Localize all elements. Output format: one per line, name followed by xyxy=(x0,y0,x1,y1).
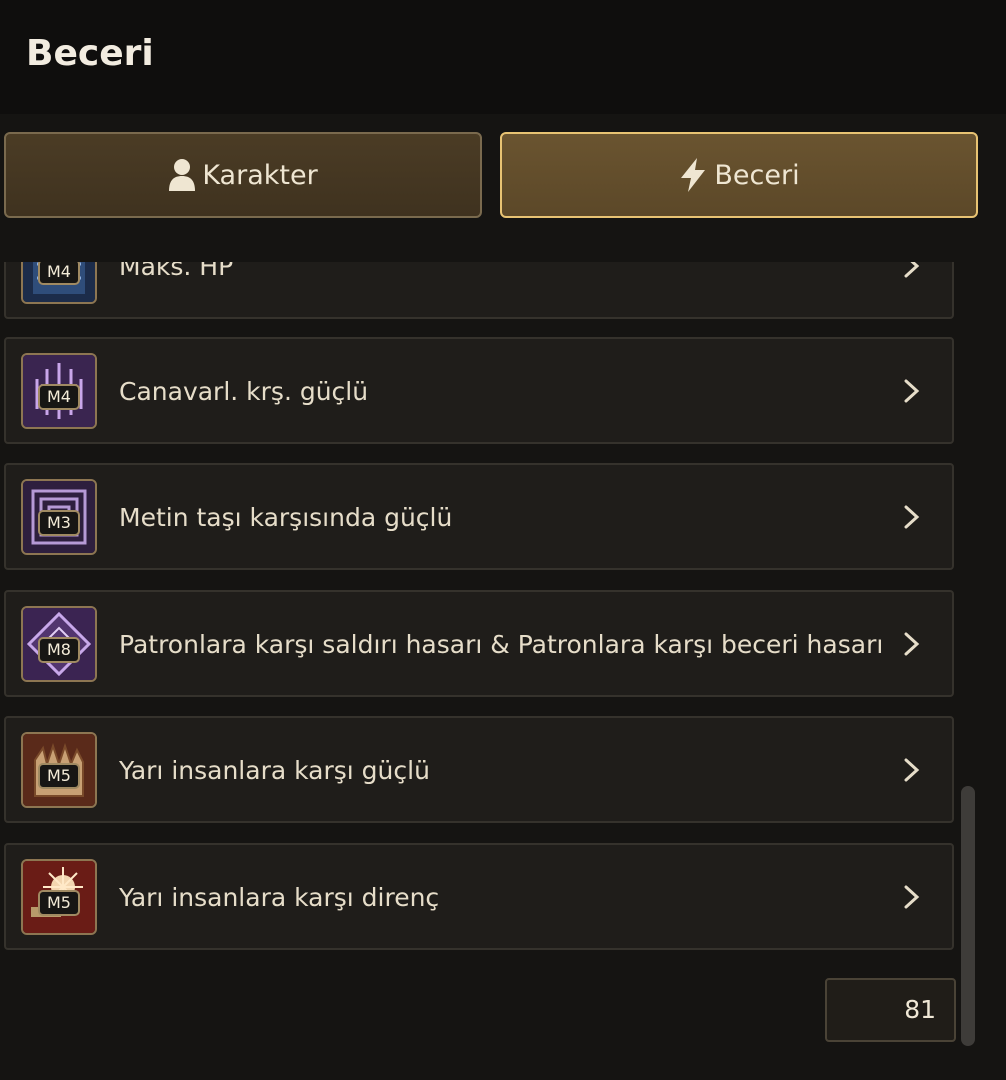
tab-karakter-label: Karakter xyxy=(202,159,318,191)
chevron-right-icon xyxy=(904,505,920,529)
list-item[interactable]: M3 Metin taşı karşısında güçlü xyxy=(4,463,954,570)
tab-beceri-label: Beceri xyxy=(714,159,800,191)
count-field[interactable]: 81 xyxy=(825,978,956,1042)
level-badge: M5 xyxy=(38,890,80,916)
skills-screen: Beceri Karakter Beceri M4 Maks. HP M4 Ca… xyxy=(0,0,1006,1080)
chevron-right-icon xyxy=(904,632,920,656)
list-item[interactable]: M5 Yarı insanlara karşı güçlü xyxy=(4,716,954,823)
chevron-right-icon xyxy=(904,262,920,278)
skill-label: Yarı insanlara karşı direnç xyxy=(119,883,440,912)
level-badge: M4 xyxy=(38,384,80,410)
list-item[interactable]: M5 Yarı insanlara karşı direnç xyxy=(4,843,954,950)
header: Beceri xyxy=(0,0,1006,114)
list-item[interactable]: M4 Canavarl. krş. güçlü xyxy=(4,337,954,444)
tab-karakter[interactable]: Karakter xyxy=(4,132,482,218)
lightning-icon xyxy=(678,157,708,193)
level-badge: M5 xyxy=(38,763,80,789)
list-item[interactable]: M8 Patronlara karşı saldırı hasarı & Pat… xyxy=(4,590,954,697)
chevron-right-icon xyxy=(904,379,920,403)
chevron-right-icon xyxy=(904,885,920,909)
level-badge: M3 xyxy=(38,510,80,536)
skill-label: Maks. HP xyxy=(119,262,234,281)
list-item[interactable]: M4 Maks. HP xyxy=(4,262,954,319)
page-title: Beceri xyxy=(26,33,154,74)
tab-bar: Karakter Beceri xyxy=(0,114,1006,262)
skill-label: Metin taşı karşısında güçlü xyxy=(119,503,453,532)
level-badge: M4 xyxy=(38,262,80,285)
skill-label: Yarı insanlara karşı güçlü xyxy=(119,756,430,785)
skill-label: Patronlara karşı saldırı hasarı & Patron… xyxy=(119,630,884,659)
skill-label: Canavarl. krş. güçlü xyxy=(119,377,369,406)
chevron-right-icon xyxy=(904,758,920,782)
user-icon xyxy=(168,158,196,192)
tab-beceri[interactable]: Beceri xyxy=(500,132,978,218)
skill-list[interactable]: M4 Maks. HP M4 Canavarl. krş. güçlü M3 M… xyxy=(0,262,960,962)
level-badge: M8 xyxy=(38,637,80,663)
scrollbar-thumb[interactable] xyxy=(961,786,975,1046)
